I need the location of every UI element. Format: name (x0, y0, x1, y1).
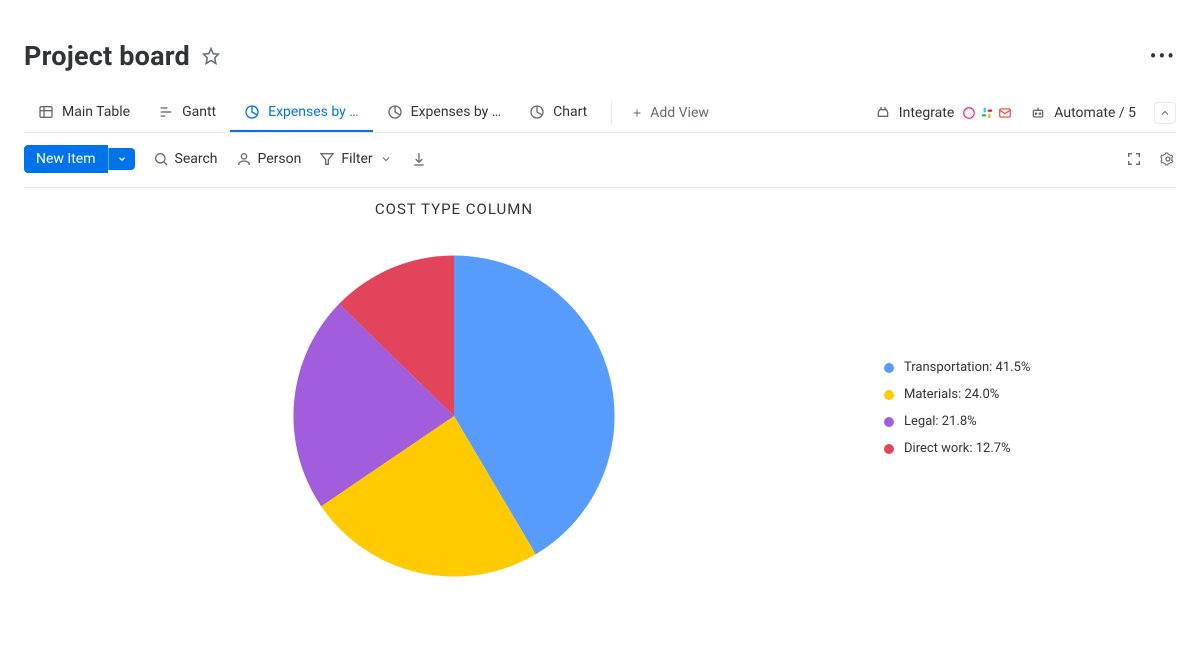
download-icon (411, 151, 427, 167)
search-button[interactable]: Search (153, 151, 218, 167)
new-item-label: New Item (36, 151, 96, 167)
tab-label: Expenses by … (268, 104, 359, 120)
add-view-button[interactable]: Add View (622, 95, 717, 131)
tab-label: Expenses by … (411, 104, 502, 120)
chart-legend: Transportation: 41.5% Materials: 24.0% Leg… (884, 200, 1030, 468)
chevron-down-icon (379, 152, 393, 166)
integration-slack-icon (980, 106, 994, 120)
filter-icon (319, 151, 335, 167)
chart-icon (244, 104, 260, 120)
tab-label: Chart (553, 104, 587, 120)
legend-item-transportation[interactable]: Transportation: 41.5% (884, 360, 1030, 375)
fullscreen-icon[interactable] (1126, 151, 1142, 167)
tab-gantt[interactable]: Gantt (144, 94, 230, 132)
person-icon (236, 151, 252, 167)
integration-pink-icon (962, 106, 976, 120)
tab-exp1[interactable]: Expenses by … (230, 94, 373, 132)
integrate-label: Integrate (899, 105, 955, 121)
chart-icon (387, 104, 403, 120)
legend-label: Legal: 21.8% (904, 414, 977, 429)
star-icon[interactable] (202, 47, 220, 65)
integrate-icon (875, 105, 891, 121)
chart-icon (529, 104, 545, 120)
pie-chart (284, 236, 624, 596)
automate-label: Automate / 5 (1054, 105, 1136, 121)
tab-main-table[interactable]: Main Table (24, 94, 144, 132)
tab-label: Main Table (62, 104, 130, 120)
legend-swatch (884, 390, 894, 400)
integration-gmail-icon (998, 106, 1012, 120)
filter-button[interactable]: Filter (319, 151, 392, 167)
search-icon (153, 151, 169, 167)
legend-item-direct-work[interactable]: Direct work: 12.7% (884, 441, 1030, 456)
export-button[interactable] (411, 151, 427, 167)
add-view-label: Add View (650, 105, 709, 121)
person-label: Person (258, 151, 302, 167)
filter-label: Filter (341, 151, 372, 167)
tab-exp2[interactable]: Expenses by … (373, 94, 516, 132)
collapse-header-button[interactable] (1154, 102, 1176, 124)
legend-swatch (884, 444, 894, 454)
legend-label: Materials: 24.0% (904, 387, 999, 402)
more-menu-icon[interactable]: ••• (1150, 44, 1176, 68)
legend-swatch (884, 417, 894, 427)
legend-item-legal[interactable]: Legal: 21.8% (884, 414, 1030, 429)
person-filter-button[interactable]: Person (236, 151, 302, 167)
new-item-button[interactable]: New Item (24, 145, 108, 173)
legend-item-materials[interactable]: Materials: 24.0% (884, 387, 1030, 402)
tab-label: Gantt (182, 104, 216, 120)
page-title: Project board (24, 40, 190, 72)
automate-button[interactable]: Automate / 5 (1030, 105, 1136, 121)
tab-chart[interactable]: Chart (515, 94, 601, 132)
table-icon (38, 104, 54, 120)
settings-icon[interactable] (1160, 151, 1176, 167)
legend-label: Direct work: 12.7% (904, 441, 1011, 456)
plus-icon (630, 106, 644, 120)
legend-label: Transportation: 41.5% (904, 360, 1030, 375)
robot-icon (1030, 105, 1046, 121)
new-item-dropdown[interactable] (108, 148, 135, 170)
gantt-icon (158, 104, 174, 120)
chart-title: COST TYPE COLUMN (24, 200, 884, 218)
legend-swatch (884, 363, 894, 373)
search-label: Search (175, 151, 218, 167)
integrate-button[interactable]: Integrate (875, 105, 1013, 121)
divider (611, 101, 612, 125)
